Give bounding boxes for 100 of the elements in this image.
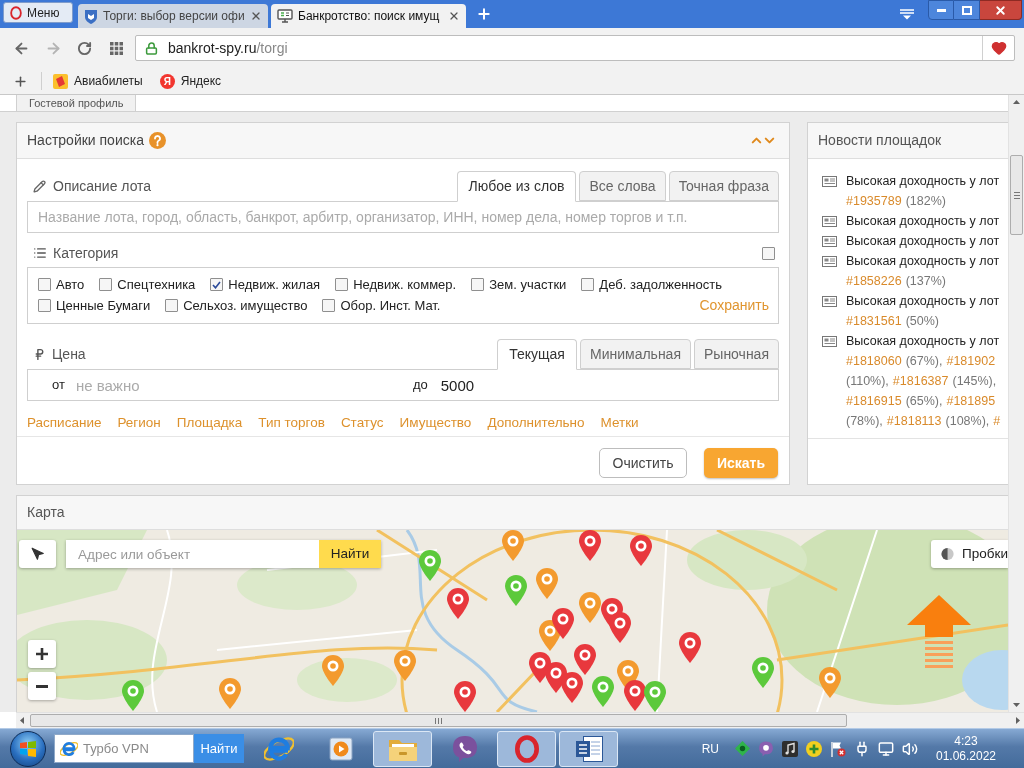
map-pin-icon[interactable] <box>644 681 666 712</box>
map-pin-icon[interactable] <box>579 592 601 623</box>
mode-tab[interactable]: Минимальная <box>579 339 691 369</box>
taskbar-button[interactable] <box>497 730 556 767</box>
map-pin-icon[interactable] <box>752 657 774 688</box>
clock-time[interactable]: 4:23 <box>954 733 978 749</box>
clock-date[interactable]: 01.06.2022 <box>935 748 997 764</box>
checkbox[interactable] <box>165 299 179 312</box>
map-pin-icon[interactable] <box>505 575 527 606</box>
vertical-scrollbar[interactable] <box>1008 95 1024 712</box>
map-pin-icon[interactable] <box>219 678 241 709</box>
close-icon[interactable] <box>250 10 262 22</box>
map-search-input[interactable]: Адрес или объект <box>66 540 319 568</box>
scrollbar-thumb[interactable] <box>30 714 847 727</box>
map-pin-icon[interactable] <box>630 535 652 566</box>
map-pin-icon[interactable] <box>447 588 469 619</box>
map-pin-icon[interactable] <box>122 680 144 711</box>
checkbox-label[interactable]: Обор. Инст. Мат. <box>340 295 441 316</box>
checkbox[interactable] <box>471 278 485 292</box>
close-window-button[interactable] <box>980 0 1022 20</box>
checkbox[interactable] <box>322 299 336 312</box>
horizontal-scrollbar[interactable] <box>16 712 1024 728</box>
news-headline[interactable]: Высокая доходность у лот <box>846 171 1000 191</box>
plug-icon[interactable] <box>854 740 870 757</box>
checkbox[interactable] <box>38 299 51 312</box>
close-icon[interactable] <box>448 10 460 22</box>
map-pin-icon[interactable] <box>624 680 646 711</box>
news-headline[interactable]: Высокая доходность у лот <box>846 251 1000 271</box>
price-to-input[interactable]: 5000 <box>440 373 741 397</box>
scroll-up-icon[interactable] <box>1013 100 1020 104</box>
map-pin-icon[interactable] <box>592 676 614 707</box>
checkbox-label[interactable]: Деб. задолженность <box>599 275 722 295</box>
map-pin-icon[interactable] <box>419 550 441 581</box>
plus-circle-icon[interactable] <box>806 740 822 757</box>
checkbox[interactable] <box>99 278 113 292</box>
speaker-icon[interactable] <box>902 740 918 757</box>
reload-icon[interactable] <box>77 40 92 56</box>
map-pin-icon[interactable] <box>454 681 476 712</box>
taskbar-search-input[interactable]: Турбо VPN <box>83 738 183 759</box>
price-range-field[interactable]: от не важно до 5000 <box>27 369 779 401</box>
checkbox[interactable] <box>210 278 224 292</box>
scroll-left-icon[interactable] <box>20 717 24 724</box>
checkbox-label[interactable]: Авто <box>56 275 85 295</box>
taskbar-search-field[interactable]: Турбо VPN <box>54 734 194 763</box>
zoom-in-button[interactable] <box>28 640 56 668</box>
news-headline[interactable]: Высокая доходность у лот <box>846 211 1000 231</box>
mode-tab[interactable]: Точная фраза <box>668 171 779 201</box>
mode-tab[interactable]: Текущая <box>497 339 577 370</box>
scroll-down-icon[interactable] <box>1013 703 1020 707</box>
monitor-icon[interactable] <box>878 740 894 757</box>
minimize-button[interactable] <box>928 0 954 20</box>
help-icon[interactable] <box>148 132 166 149</box>
scrollbar-thumb[interactable] <box>1010 155 1023 235</box>
bookmark-link[interactable]: Авиабилеты <box>53 72 143 90</box>
language-indicator[interactable]: RU <box>701 739 719 758</box>
zoom-out-button[interactable] <box>28 672 56 700</box>
map-pin-icon[interactable] <box>394 650 416 681</box>
news-headline[interactable]: Высокая доходность у лот <box>846 291 1000 311</box>
map-pin-icon[interactable] <box>502 530 524 561</box>
browser-tab[interactable]: Торги: выбор версии офи <box>78 4 268 28</box>
music-note-icon[interactable] <box>782 740 798 757</box>
map-pin-icon[interactable] <box>552 608 574 639</box>
browser-tab[interactable]: Банкротство: поиск имущ <box>271 4 466 28</box>
map-pin-icon[interactable] <box>322 655 344 686</box>
news-headline[interactable]: Высокая доходность у лот <box>846 231 1000 251</box>
tab-menu-icon[interactable] <box>900 8 914 20</box>
checkbox-label[interactable]: Ценные Бумаги <box>56 295 151 316</box>
traffic-button[interactable]: Пробки <box>931 540 1008 568</box>
price-from-input[interactable]: не важно <box>75 373 398 397</box>
taskbar-button[interactable] <box>559 730 618 767</box>
add-bookmark-icon[interactable] <box>13 73 28 89</box>
scroll-right-icon[interactable] <box>1016 717 1020 724</box>
mode-tab[interactable]: Любое из слов <box>456 171 577 202</box>
map-pin-icon[interactable] <box>536 568 558 599</box>
checkbox-label[interactable]: Недвиж. жилая <box>228 275 321 295</box>
checkbox-label[interactable]: Сельхоз. имущество <box>183 295 308 316</box>
start-button[interactable] <box>10 730 46 767</box>
news-headline[interactable]: Высокая доходность у лот <box>846 331 1001 351</box>
select-all-checkbox[interactable] <box>762 246 775 260</box>
find-button[interactable]: Найти <box>319 540 381 568</box>
checkbox[interactable] <box>335 278 349 292</box>
mode-tab[interactable]: Все слова <box>579 171 666 201</box>
mode-tab[interactable]: Рыночная <box>694 339 779 369</box>
checkbox[interactable] <box>38 278 51 292</box>
checkbox-label[interactable]: Зем. участки <box>489 275 567 295</box>
lot-description-input[interactable]: Название лота, город, область, банкрот, арбитр, организатор, ИНН, номер дела, номер торгов и т.п. <box>27 201 779 233</box>
map-pin-icon[interactable] <box>819 667 841 698</box>
address-field[interactable]: bankrot-spy.ru/torgi <box>135 35 1015 61</box>
speech-bubble-icon[interactable] <box>758 740 774 757</box>
locate-button[interactable] <box>19 540 56 568</box>
checkbox-label[interactable]: Недвиж. коммер. <box>353 275 457 295</box>
menu-button[interactable]: Меню <box>3 2 73 23</box>
bookmark-link[interactable]: Я Яндекс <box>159 72 222 90</box>
new-tab-icon[interactable] <box>476 6 492 22</box>
profile-tab[interactable]: Гостевой профиль <box>16 95 137 111</box>
grid-icon[interactable] <box>110 41 123 55</box>
map-pin-icon[interactable] <box>561 672 583 703</box>
checkbox-label[interactable]: Спецтехника <box>117 275 196 295</box>
map-pin-icon[interactable] <box>679 632 701 663</box>
map-pin-icon[interactable] <box>579 530 601 561</box>
